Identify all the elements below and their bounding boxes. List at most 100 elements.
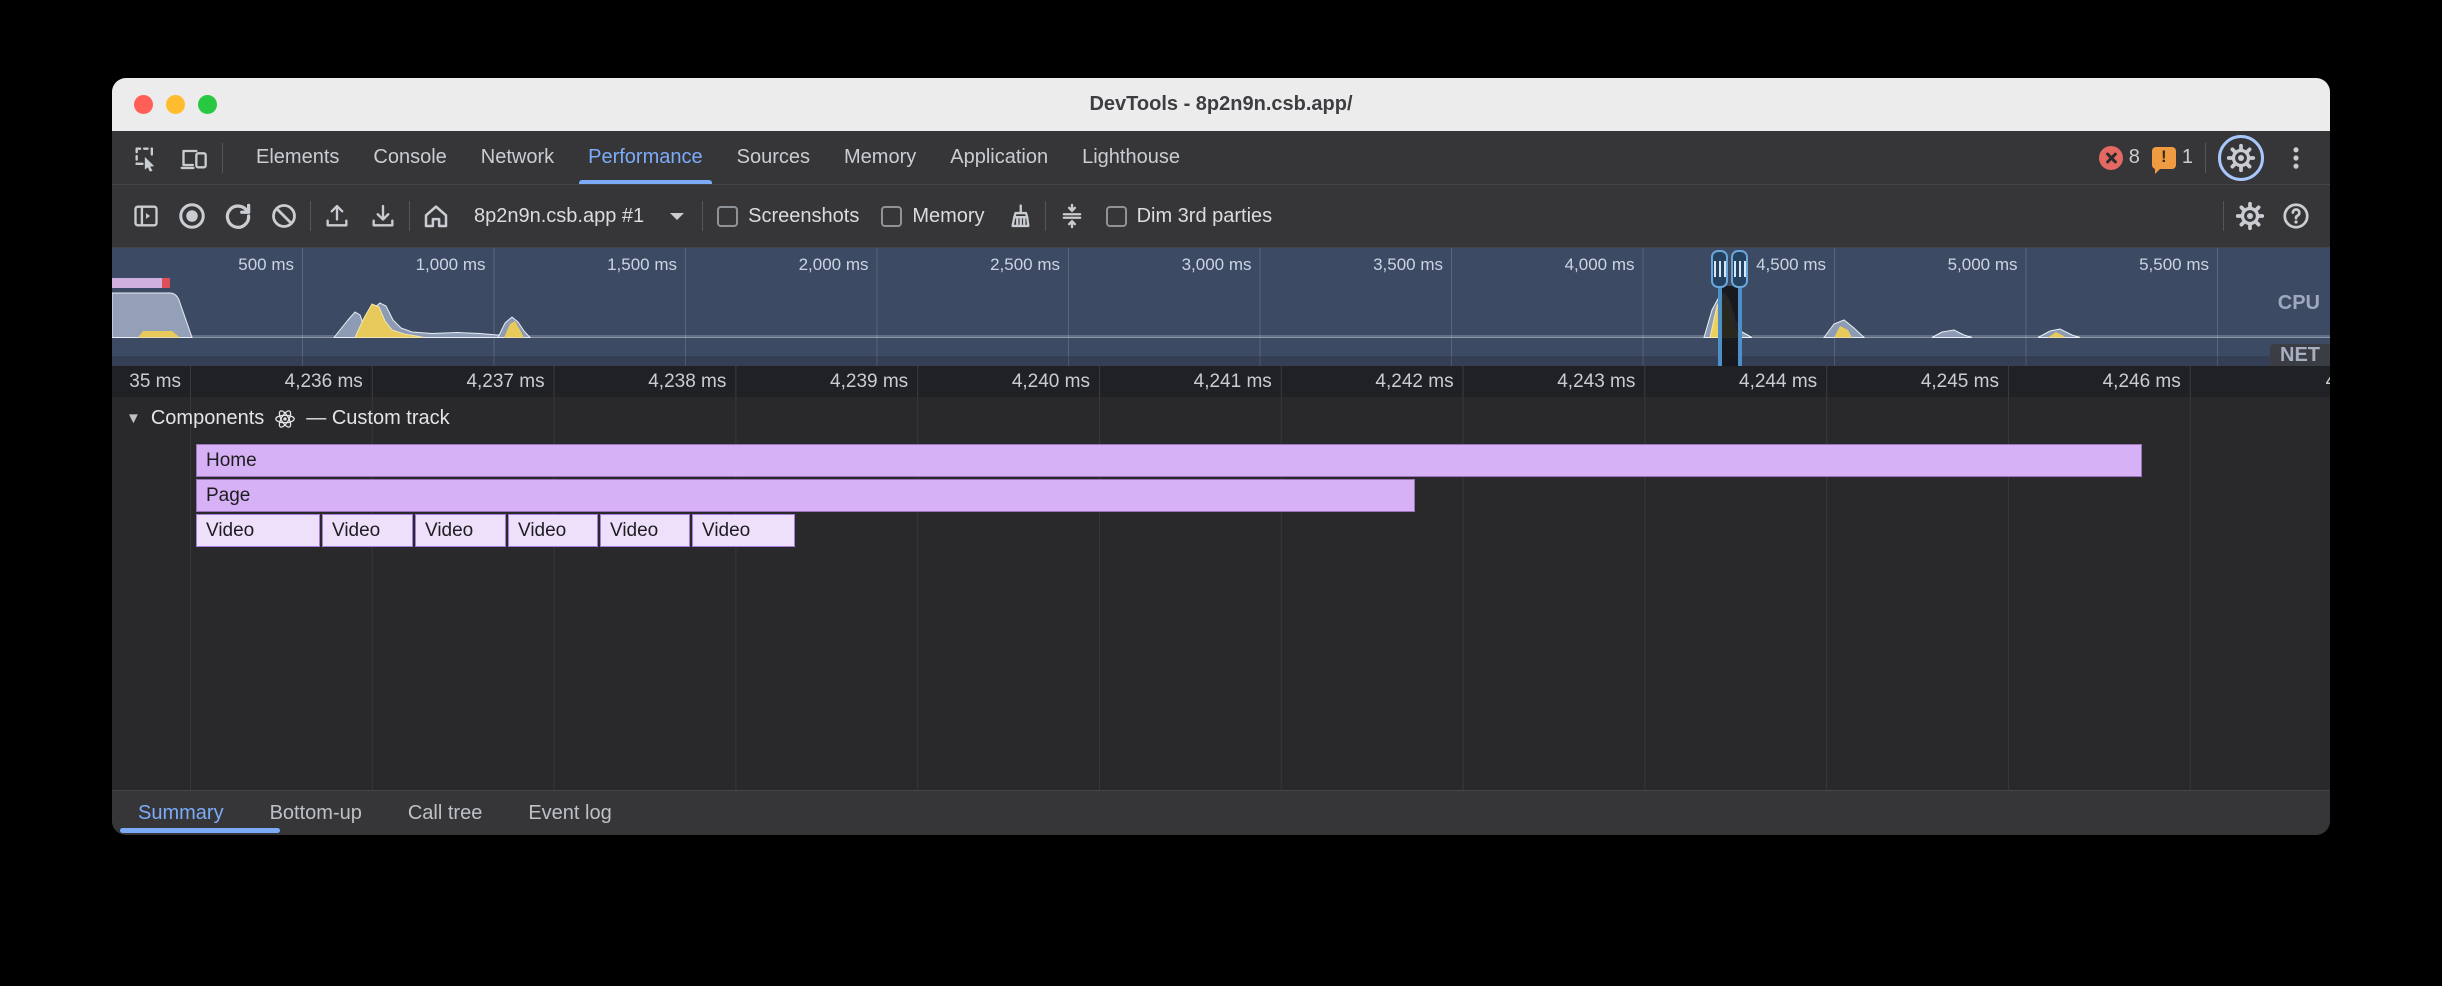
overview-tick: 1,000 ms [302, 248, 494, 280]
flame-bar-label: Video [518, 520, 566, 541]
memory-checkbox[interactable]: Memory [873, 205, 992, 228]
warning-icon [2152, 147, 2176, 169]
selection-left-handle[interactable] [1711, 250, 1728, 288]
screenshots-label: Screenshots [748, 205, 859, 228]
performance-toolbar: 8p2n9n.csb.app #1 Screenshots Memory [112, 185, 2330, 248]
record-and-reload-icon[interactable] [218, 196, 258, 236]
ruler-tick: 4,24 [2190, 366, 2330, 397]
target-select-value: 8p2n9n.csb.app #1 [474, 205, 644, 228]
flame-bar-video[interactable]: Video [692, 514, 795, 547]
toggle-sidebar-icon[interactable] [126, 196, 166, 236]
tab-console[interactable]: Console [356, 131, 463, 184]
divider [1045, 201, 1046, 231]
flame-bar-home[interactable]: Home [196, 444, 2142, 477]
clear-icon[interactable] [264, 196, 304, 236]
ruler-tick: 4,246 ms [2008, 366, 2190, 397]
collect-garbage-icon[interactable] [999, 196, 1039, 236]
tab-network[interactable]: Network [464, 131, 571, 184]
overview-tick: 4,000 ms [1451, 248, 1643, 280]
ruler-tick: 4,236 ms [190, 366, 372, 397]
record-icon[interactable] [172, 196, 212, 236]
devtools-window: DevTools - 8p2n9n.csb.app/ Eleme [112, 78, 2330, 835]
selected-tab-underline [120, 828, 280, 833]
tab-event-log[interactable]: Event log [528, 802, 611, 825]
device-toolbar-icon[interactable] [174, 138, 214, 178]
error-count: 8 [2129, 146, 2140, 169]
traffic-lights [134, 78, 217, 131]
cpu-lane-label: CPU [2278, 292, 2320, 315]
target-select[interactable]: 8p2n9n.csb.app #1 [462, 205, 696, 228]
divider [409, 201, 410, 231]
tab-elements[interactable]: Elements [239, 131, 356, 184]
zoom-window-button[interactable] [198, 95, 217, 114]
warning-badge[interactable]: 1 [2152, 146, 2193, 169]
close-window-button[interactable] [134, 95, 153, 114]
chevron-expanded-icon[interactable]: ▼ [126, 410, 141, 427]
flame-bar-video[interactable]: Video [508, 514, 598, 547]
tab-application[interactable]: Application [933, 131, 1065, 184]
devtools-tab-bar: Elements Console Network Performance Sou… [112, 131, 2330, 185]
overview-tick: 5,000 ms [1834, 248, 2026, 280]
overview-tick: 3,500 ms [1260, 248, 1452, 280]
screenshots-checkbox[interactable]: Screenshots [709, 205, 867, 228]
ruler-tick: 4,241 ms [1099, 366, 1281, 397]
flame-bar-video[interactable]: Video [322, 514, 413, 547]
error-badge[interactable]: 8 [2099, 146, 2140, 170]
selection-right-handle[interactable] [1731, 250, 1748, 288]
chevron-down-icon [670, 213, 684, 227]
tab-call-tree[interactable]: Call tree [408, 802, 482, 825]
flame-bar-label: Video [206, 520, 254, 541]
flame-bar-label: Video [332, 520, 380, 541]
capture-settings-gear-icon[interactable] [2230, 196, 2270, 236]
tab-summary[interactable]: Summary [138, 802, 224, 825]
track-title: Components [151, 407, 264, 430]
flame-bar-video[interactable]: Video [415, 514, 506, 547]
tab-lighthouse[interactable]: Lighthouse [1065, 131, 1197, 184]
settings-gear-icon[interactable] [2221, 138, 2261, 178]
compress-icon[interactable] [1052, 196, 1092, 236]
warning-count: 1 [2182, 146, 2193, 169]
selection-window [1722, 286, 1738, 366]
ruler-tick: 4,244 ms [1644, 366, 1826, 397]
memory-label: Memory [912, 205, 984, 228]
tab-sources[interactable]: Sources [720, 131, 827, 184]
title-bar: DevTools - 8p2n9n.csb.app/ [112, 78, 2330, 131]
selection-left-edge[interactable] [1718, 286, 1722, 366]
flame-bar-video[interactable]: Video [600, 514, 690, 547]
flame-chart-area[interactable]: ▼ Components — Custom track Home Page Vi… [112, 397, 2330, 790]
flame-bar-page[interactable]: Page [196, 479, 1415, 512]
checkbox-box [881, 206, 902, 227]
ruler-tick: 4,242 ms [1281, 366, 1463, 397]
minimize-window-button[interactable] [166, 95, 185, 114]
tab-memory[interactable]: Memory [827, 131, 933, 184]
overview-tick: 500 ms [112, 248, 302, 280]
selection-right-edge[interactable] [1738, 286, 1742, 366]
tab-bar-left-icons [112, 138, 233, 178]
flame-bar-label: Home [206, 450, 257, 471]
tab-bottom-up[interactable]: Bottom-up [270, 802, 362, 825]
timeline-overview[interactable]: 500 ms 1,000 ms 1,500 ms 2,000 ms 2,500 … [112, 248, 2330, 366]
components-track-header[interactable]: ▼ Components — Custom track [126, 407, 450, 430]
help-icon[interactable] [2276, 196, 2316, 236]
divider [310, 201, 311, 231]
divider [2223, 201, 2224, 231]
dim-third-parties-label: Dim 3rd parties [1137, 205, 1273, 228]
save-profile-icon[interactable] [363, 196, 403, 236]
tab-performance[interactable]: Performance [571, 131, 720, 184]
detail-time-ruler[interactable]: 35 ms 4,236 ms 4,237 ms 4,238 ms 4,239 m… [112, 366, 2330, 397]
home-icon[interactable] [416, 196, 456, 236]
react-atom-icon [274, 408, 296, 430]
tab-bar-right: 8 1 [2099, 135, 2330, 181]
dim-third-parties-checkbox[interactable]: Dim 3rd parties [1098, 205, 1281, 228]
window-title: DevTools - 8p2n9n.csb.app/ [112, 93, 2330, 116]
ruler-tick: 4,239 ms [735, 366, 917, 397]
overview-tick: 3,000 ms [1068, 248, 1260, 280]
flame-bar-video[interactable]: Video [196, 514, 320, 547]
flame-bar-label: Video [610, 520, 658, 541]
load-profile-icon[interactable] [317, 196, 357, 236]
divider [2205, 143, 2206, 173]
inspect-element-icon[interactable] [126, 138, 166, 178]
ruler-tick: 4,237 ms [372, 366, 554, 397]
track-title-suffix: — Custom track [306, 407, 449, 430]
kebab-menu-icon[interactable] [2276, 138, 2316, 178]
